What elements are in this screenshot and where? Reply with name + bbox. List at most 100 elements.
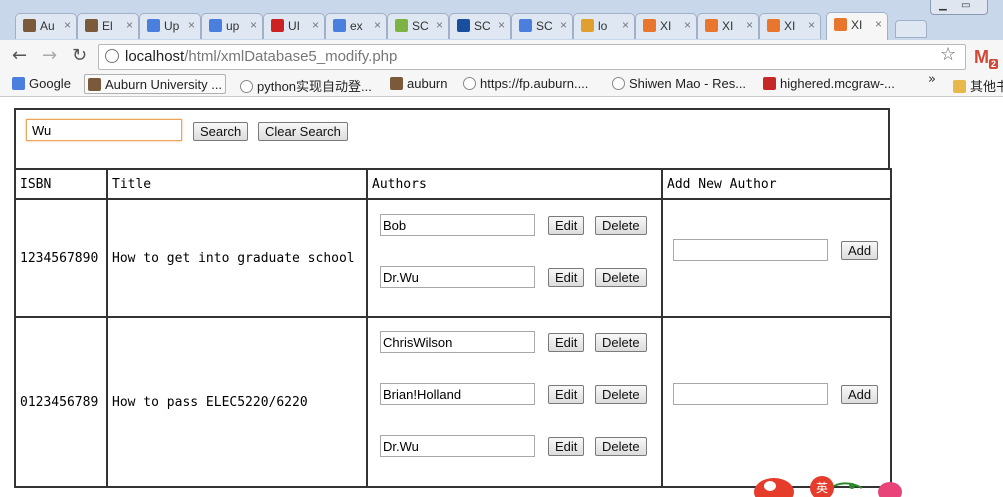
- forward-arrow-icon[interactable]: →: [42, 46, 57, 66]
- browser-tab[interactable]: XI ×: [697, 13, 759, 39]
- edit-button[interactable]: Edit: [548, 385, 585, 404]
- globe-icon: [240, 80, 253, 93]
- delete-button[interactable]: Delete: [595, 437, 647, 456]
- auburn-tiger-icon: [23, 19, 36, 32]
- authors-cell: Edit Delete Edit Delete Edit Delete: [366, 316, 663, 488]
- author-name-field[interactable]: [380, 266, 535, 288]
- window-controls[interactable]: ▁ ▭: [930, 0, 988, 15]
- bookmark-item[interactable]: https://fp.auburn....: [463, 76, 588, 93]
- edit-button[interactable]: Edit: [548, 333, 585, 352]
- bookmark-item[interactable]: Google: [12, 76, 71, 93]
- delete-button[interactable]: Delete: [595, 333, 647, 352]
- close-tab-icon[interactable]: ×: [684, 18, 691, 32]
- close-tab-icon[interactable]: ×: [622, 18, 629, 32]
- edit-button[interactable]: Edit: [548, 268, 585, 287]
- close-tab-icon[interactable]: ×: [875, 17, 882, 31]
- w3schools-icon: [395, 19, 408, 32]
- browser-tab[interactable]: Au ×: [15, 13, 77, 39]
- table-row: 1234567890 How to get into graduate scho…: [14, 198, 892, 318]
- url-host: localhost: [125, 48, 185, 65]
- header-title: Title: [106, 168, 368, 200]
- browser-tab[interactable]: Up ×: [139, 13, 201, 39]
- address-bar[interactable]: localhost/html/xmlDatabase5_modify.php: [98, 44, 966, 70]
- add-button[interactable]: Add: [841, 385, 879, 404]
- browser-tab[interactable]: ex ×: [325, 13, 387, 39]
- tab-title: UI: [288, 19, 300, 33]
- add-author-cell: Add: [661, 316, 892, 488]
- bookmark-item[interactable]: Auburn University ...: [84, 74, 227, 94]
- author-name-field[interactable]: [380, 383, 535, 405]
- browser-tab[interactable]: up ×: [201, 13, 263, 39]
- t-icon: [457, 19, 470, 32]
- tab-title: XI: [851, 18, 863, 32]
- new-author-input[interactable]: [673, 383, 828, 405]
- browser-tab[interactable]: SC ×: [387, 13, 449, 39]
- bookmark-item[interactable]: python实现自动登...: [240, 76, 372, 94]
- bookmark-label: Google: [29, 76, 71, 91]
- author-entry: Edit Delete: [380, 435, 660, 457]
- close-tab-icon[interactable]: ×: [250, 18, 257, 32]
- close-tab-icon[interactable]: ×: [64, 18, 71, 32]
- author-entry: Edit Delete: [380, 383, 660, 405]
- google-icon: [12, 77, 25, 90]
- add-button[interactable]: Add: [841, 241, 879, 260]
- browser-tab[interactable]: XI ×: [635, 13, 697, 39]
- browser-tab[interactable]: SC ×: [449, 13, 511, 39]
- close-tab-icon[interactable]: ×: [808, 18, 815, 32]
- browser-tab[interactable]: XI ×: [826, 12, 888, 40]
- delete-button[interactable]: Delete: [595, 216, 647, 235]
- authors-cell: Edit Delete Edit Delete: [366, 198, 663, 318]
- browser-tab[interactable]: UI ×: [263, 13, 325, 39]
- bookmark-label: 其他书签: [970, 79, 1003, 94]
- browser-tab[interactable]: lo ×: [573, 13, 635, 39]
- tab-title: XI: [660, 19, 672, 33]
- browser-tab[interactable]: SC ×: [511, 13, 573, 39]
- clear-search-button[interactable]: Clear Search: [258, 122, 348, 141]
- header-add-new-author: Add New Author: [661, 168, 892, 200]
- close-tab-icon[interactable]: ×: [374, 18, 381, 32]
- title-cell: How to get into graduate school: [106, 198, 368, 318]
- new-tab-button[interactable]: [895, 20, 927, 38]
- bookmark-star-icon[interactable]: ☆: [940, 44, 956, 65]
- author-name-field[interactable]: [380, 331, 535, 353]
- page-info-icon[interactable]: [105, 49, 119, 63]
- bookmarks-overflow-icon[interactable]: »: [928, 72, 936, 87]
- bookmark-item[interactable]: highered.mcgraw-...: [763, 76, 895, 93]
- edit-button[interactable]: Edit: [548, 216, 585, 235]
- delete-button[interactable]: Delete: [595, 268, 647, 287]
- auburn-tiger-icon: [85, 19, 98, 32]
- reload-icon[interactable]: ↻: [72, 46, 87, 66]
- phpmyadmin-icon: [581, 19, 594, 32]
- new-author-input[interactable]: [673, 239, 828, 261]
- back-arrow-icon[interactable]: ←: [12, 46, 27, 66]
- header-isbn: ISBN: [14, 168, 108, 200]
- browser-tab[interactable]: XI ×: [759, 13, 821, 39]
- bookmark-item[interactable]: 其他书签: [953, 76, 1003, 94]
- tab-title: lo: [598, 19, 608, 33]
- close-tab-icon[interactable]: ×: [498, 18, 505, 32]
- ime-mascot-icon[interactable]: 英: [752, 472, 902, 497]
- close-tab-icon[interactable]: ×: [126, 18, 133, 32]
- browser-tab[interactable]: El ×: [77, 13, 139, 39]
- close-tab-icon[interactable]: ×: [312, 18, 319, 32]
- close-tab-icon[interactable]: ×: [188, 18, 195, 32]
- maximize-icon[interactable]: ▭: [961, 0, 970, 11]
- gmail-checker-icon[interactable]: M2: [974, 47, 998, 69]
- author-name-field[interactable]: [380, 214, 535, 236]
- edit-button[interactable]: Edit: [548, 437, 585, 456]
- mcgraw-icon: [763, 77, 776, 90]
- author-entry: Edit Delete: [380, 331, 660, 353]
- delete-button[interactable]: Delete: [595, 385, 647, 404]
- bookmark-item[interactable]: Shiwen Mao - Res...: [612, 76, 746, 93]
- minimize-icon[interactable]: ▁: [939, 0, 947, 11]
- bookmark-label: auburn: [407, 76, 448, 91]
- search-input[interactable]: [26, 119, 182, 141]
- close-tab-icon[interactable]: ×: [746, 18, 753, 32]
- search-button[interactable]: Search: [193, 122, 249, 141]
- title-cell: How to pass ELEC5220/6220: [106, 316, 368, 488]
- bookmark-item[interactable]: auburn: [390, 76, 447, 93]
- close-tab-icon[interactable]: ×: [560, 18, 567, 32]
- author-name-field[interactable]: [380, 435, 535, 457]
- close-tab-icon[interactable]: ×: [436, 18, 443, 32]
- bookmark-label: highered.mcgraw-...: [780, 76, 895, 91]
